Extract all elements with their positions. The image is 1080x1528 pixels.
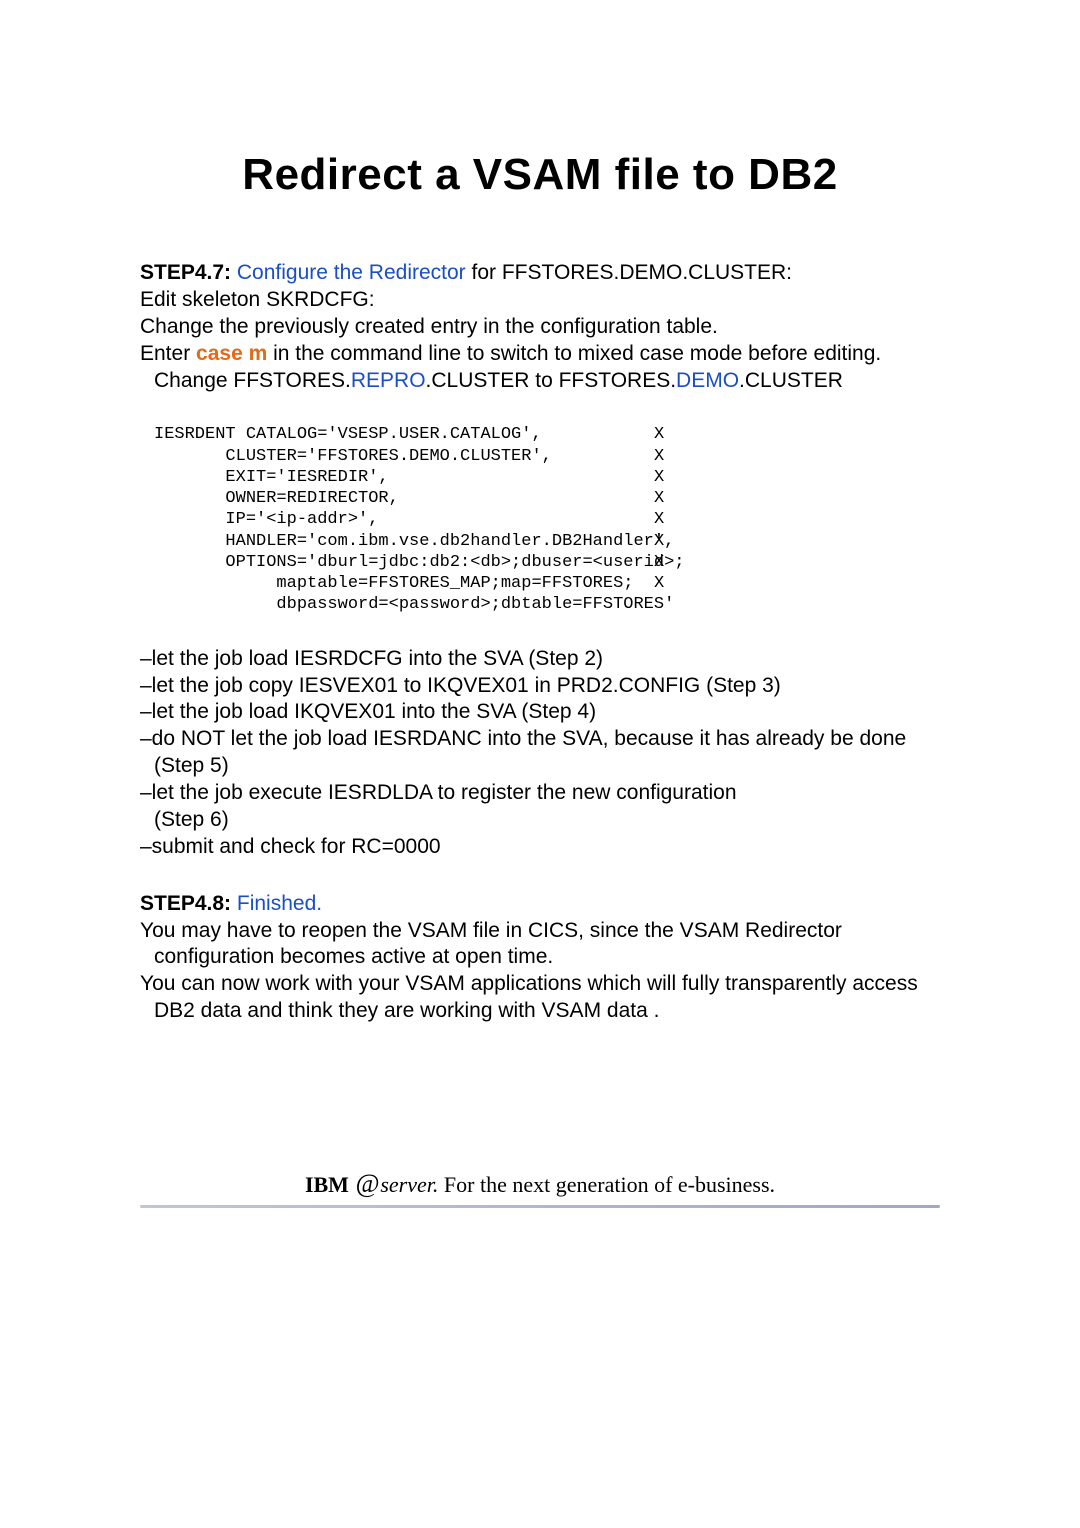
footer-separator bbox=[140, 1205, 940, 1208]
code-left: IP='<ip-addr>', bbox=[154, 509, 654, 530]
code-continuation-x: X bbox=[654, 467, 664, 488]
code-left: dbpassword=<password>;dbtable=FFSTORES' bbox=[154, 594, 654, 615]
list-item: (Step 6) bbox=[140, 807, 940, 834]
footer-tagline: IBM @server. For the next generation of … bbox=[140, 1169, 940, 1199]
code-line: HANDLER='com.ibm.vse.db2handler.DB2Handl… bbox=[154, 531, 940, 552]
step-4-7-postlink: for FFSTORES.DEMO.CLUSTER: bbox=[472, 261, 793, 284]
code-left: CLUSTER='FFSTORES.DEMO.CLUSTER', bbox=[154, 446, 654, 467]
footer-tag-text: For the next generation of e-business. bbox=[438, 1172, 775, 1197]
step-4-8-heading: STEP4.8: Finished. bbox=[140, 891, 940, 918]
list-item: –let the job load IESRDCFG into the SVA … bbox=[140, 646, 940, 673]
repro-text: REPRO bbox=[351, 369, 426, 392]
cluster-end-text: .CLUSTER bbox=[739, 369, 843, 392]
list-item: –let the job execute IESRDLDA to registe… bbox=[140, 780, 940, 807]
demo-text: DEMO bbox=[676, 369, 739, 392]
step-4-7-label: STEP4.7: bbox=[140, 261, 231, 284]
code-continuation-x: X bbox=[654, 446, 664, 467]
footer-ibm: IBM bbox=[305, 1172, 355, 1197]
code-left: IESRDENT CATALOG='VSESP.USER.CATALOG', bbox=[154, 424, 654, 445]
code-continuation-x: X bbox=[654, 509, 664, 530]
list-item: –let the job load IKQVEX01 into the SVA … bbox=[140, 699, 940, 726]
code-line: OPTIONS='dburl=jdbc:db2:<db>;dbuser=<use… bbox=[154, 552, 940, 573]
step-4-8-para1: You may have to reopen the VSAM file in … bbox=[140, 918, 940, 972]
code-line: IESRDENT CATALOG='VSESP.USER.CATALOG',X bbox=[154, 424, 940, 445]
step-4-7-block: STEP4.7: Configure the Redirector for FF… bbox=[140, 260, 940, 394]
step-4-8-para2: You can now work with your VSAM applicat… bbox=[140, 971, 940, 1025]
code-line: dbpassword=<password>;dbtable=FFSTORES' bbox=[154, 594, 940, 615]
step-4-7-heading: STEP4.7: Configure the Redirector for FF… bbox=[140, 260, 940, 287]
job-steps-list: –let the job load IESRDCFG into the SVA … bbox=[140, 646, 940, 861]
step-4-7-change-line: Change the previously created entry in t… bbox=[140, 314, 940, 341]
code-continuation-x: X bbox=[654, 531, 664, 552]
code-left: OWNER=REDIRECTOR, bbox=[154, 488, 654, 509]
list-item: –do NOT let the job load IESRDANC into t… bbox=[140, 726, 940, 780]
footer-server: server. bbox=[380, 1172, 438, 1197]
list-item: –let the job copy IESVEX01 to IKQVEX01 i… bbox=[140, 673, 940, 700]
document-page: Redirect a VSAM file to DB2 STEP4.7: Con… bbox=[0, 0, 1080, 1528]
step-4-8-link: Finished. bbox=[231, 892, 322, 915]
code-continuation-x: X bbox=[654, 552, 664, 573]
code-left: EXIT='IESREDIR', bbox=[154, 467, 654, 488]
step-4-8-block: STEP4.8: Finished. You may have to reope… bbox=[140, 891, 940, 1025]
footer-at-icon: @ bbox=[354, 1169, 380, 1198]
code-line: maptable=FFSTORES_MAP;map=FFSTORES;X bbox=[154, 573, 940, 594]
code-left: maptable=FFSTORES_MAP;map=FFSTORES; bbox=[154, 573, 654, 594]
code-line: CLUSTER='FFSTORES.DEMO.CLUSTER',X bbox=[154, 446, 940, 467]
code-block: IESRDENT CATALOG='VSESP.USER.CATALOG',X … bbox=[154, 424, 940, 615]
enter-prefix: Enter bbox=[140, 342, 196, 365]
code-continuation-x: X bbox=[654, 488, 664, 509]
code-line: OWNER=REDIRECTOR,X bbox=[154, 488, 940, 509]
code-line: EXIT='IESREDIR',X bbox=[154, 467, 940, 488]
list-item: –submit and check for RC=0000 bbox=[140, 834, 940, 861]
code-continuation-x: X bbox=[654, 573, 664, 594]
step-4-8-label: STEP4.8: bbox=[140, 892, 231, 915]
step-4-7-enter-block: Enter case m in the command line to swit… bbox=[140, 341, 940, 395]
code-left: HANDLER='com.ibm.vse.db2handler.DB2Handl… bbox=[154, 531, 654, 552]
code-left: OPTIONS='dburl=jdbc:db2:<db>;dbuser=<use… bbox=[154, 552, 654, 573]
step-4-7-link: Configure the Redirector bbox=[231, 261, 471, 284]
cluster-to-text: .CLUSTER to FFSTORES. bbox=[426, 369, 677, 392]
case-m-text: case m bbox=[196, 342, 267, 365]
code-continuation-x: X bbox=[654, 424, 664, 445]
code-line: IP='<ip-addr>',X bbox=[154, 509, 940, 530]
step-4-7-edit-line: Edit skeleton SKRDCFG: bbox=[140, 287, 940, 314]
page-footer: IBM @server. For the next generation of … bbox=[140, 1169, 940, 1208]
page-title: Redirect a VSAM file to DB2 bbox=[140, 150, 940, 200]
